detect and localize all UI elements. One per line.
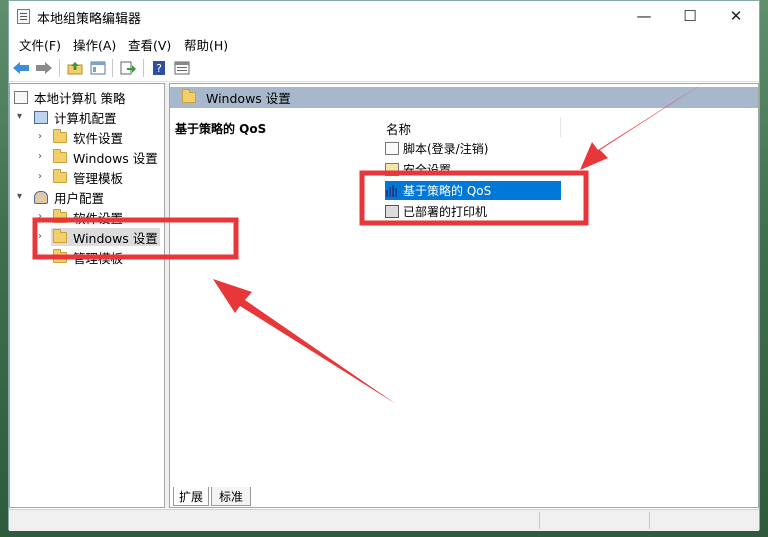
console-tree: 本地计算机 策略 ▾ 计算机配置 › 软件设置 › Windows 设置 › 管… — [9, 83, 165, 508]
menu-file[interactable]: 文件(F) — [19, 35, 61, 54]
menu-action[interactable]: 操作(A) — [73, 35, 116, 54]
expand-icon[interactable]: › — [38, 131, 42, 142]
properties-icon[interactable] — [173, 59, 191, 77]
folder-icon — [53, 168, 67, 183]
up-folder-icon[interactable] — [66, 59, 84, 77]
folder-icon — [53, 248, 67, 263]
list-item-printers[interactable]: 已部署的打印机 — [385, 202, 487, 221]
minimize-button[interactable]: — — [621, 1, 667, 31]
list-item-label: 已部署的打印机 — [403, 205, 488, 219]
tab-extended[interactable]: 扩展 — [173, 487, 209, 506]
details-pane: Windows 设置 基于策略的 QoS 名称 脚本(登录/注销) 安全设置 基… — [169, 83, 759, 508]
show-hide-tree-icon[interactable] — [89, 59, 107, 77]
list-item-qos[interactable]: 基于策略的 QoS — [385, 181, 561, 200]
tree-item-label: 软件设置 — [73, 130, 124, 146]
gpedit-window: 本地组策略编辑器 — ☐ ✕ 文件(F) 操作(A) 查看(V) 帮助(H) ? — [8, 0, 760, 531]
tree-computer-windows[interactable]: Windows 设置 — [53, 148, 158, 166]
tree-user-windows[interactable]: Windows 设置 — [51, 228, 160, 246]
tree-root-label: 本地计算机 策略 — [34, 90, 126, 106]
folder-icon — [53, 208, 67, 223]
expand-icon[interactable]: › — [38, 211, 42, 222]
list-item-label: 脚本(登录/注销) — [403, 142, 489, 156]
tree-item-label: 软件设置 — [73, 210, 124, 226]
description-title: 基于策略的 QoS — [175, 122, 267, 136]
title-bar: 本地组策略编辑器 — ☐ ✕ — [9, 1, 759, 32]
tree-user-config[interactable]: 用户配置 — [34, 188, 104, 206]
menu-view[interactable]: 查看(V) — [128, 35, 171, 54]
expand-icon[interactable]: › — [38, 151, 42, 162]
tree-item-label: Windows 设置 — [73, 150, 158, 166]
folder-icon — [53, 228, 67, 243]
tree-computer-config-label: 计算机配置 — [54, 110, 117, 126]
status-bar — [9, 509, 759, 531]
maximize-button[interactable]: ☐ — [667, 1, 713, 31]
list-item-label: 基于策略的 QoS — [403, 184, 492, 198]
status-divider — [539, 512, 540, 529]
expand-icon[interactable]: › — [38, 231, 42, 242]
tree-item-label: 管理模板 — [73, 250, 124, 266]
tree-root[interactable]: 本地计算机 策略 — [14, 88, 125, 106]
toolbar-separator — [59, 59, 60, 77]
list-item-scripts[interactable]: 脚本(登录/注销) — [385, 139, 488, 158]
menu-bar: 文件(F) 操作(A) 查看(V) 帮助(H) — [9, 32, 759, 54]
user-icon — [34, 190, 48, 204]
policy-document-icon — [14, 90, 28, 104]
app-icon — [17, 9, 30, 24]
toolbar-separator — [143, 59, 144, 77]
column-header-name[interactable]: 名称 — [386, 119, 411, 138]
tree-computer-admin[interactable]: 管理模板 — [53, 168, 123, 186]
tree-item-label: 管理模板 — [73, 170, 124, 186]
printer-icon — [385, 205, 399, 218]
security-icon — [385, 163, 399, 176]
tree-computer-software[interactable]: 软件设置 — [53, 128, 123, 146]
tree-user-config-label: 用户配置 — [54, 190, 105, 206]
folder-icon — [53, 128, 67, 143]
tree-computer-config[interactable]: 计算机配置 — [34, 108, 117, 126]
toolbar: ? — [9, 55, 759, 82]
back-arrow-icon[interactable] — [12, 59, 30, 77]
folder-icon — [182, 89, 196, 103]
close-button[interactable]: ✕ — [713, 1, 759, 31]
folder-icon — [53, 148, 67, 163]
tree-user-admin[interactable]: 管理模板 — [53, 248, 123, 266]
forward-arrow-icon[interactable] — [35, 59, 53, 77]
expand-icon[interactable]: › — [38, 171, 42, 182]
collapse-icon[interactable]: ▾ — [17, 191, 22, 202]
column-separator[interactable] — [560, 117, 561, 137]
tree-user-software[interactable]: 软件设置 — [53, 208, 123, 226]
window-title: 本地组策略编辑器 — [37, 12, 142, 27]
qos-chart-icon — [385, 184, 399, 197]
details-header: Windows 设置 — [170, 87, 758, 108]
tab-standard[interactable]: 标准 — [211, 487, 251, 506]
list-item-label: 安全设置 — [403, 163, 452, 177]
menu-help[interactable]: 帮助(H) — [184, 35, 228, 54]
expand-icon[interactable]: › — [38, 251, 42, 262]
tree-item-label: Windows 设置 — [73, 230, 158, 246]
script-icon — [385, 142, 399, 155]
svg-text:?: ? — [156, 62, 162, 75]
help-icon[interactable]: ? — [150, 59, 168, 77]
collapse-icon[interactable]: ▾ — [17, 111, 22, 122]
export-list-icon[interactable] — [119, 59, 137, 77]
status-divider — [649, 512, 650, 529]
list-item-security[interactable]: 安全设置 — [385, 160, 451, 179]
details-header-label: Windows 设置 — [206, 91, 291, 106]
computer-icon — [34, 110, 48, 124]
toolbar-separator — [112, 59, 113, 77]
